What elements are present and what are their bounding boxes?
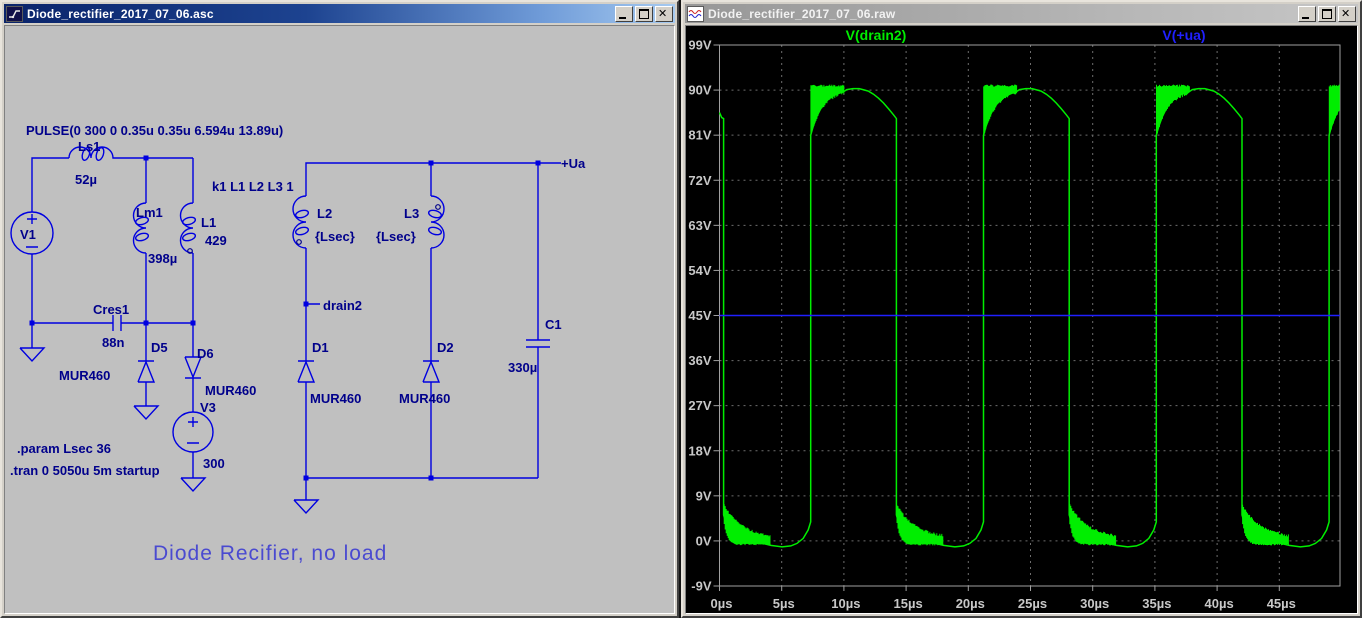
x-axis-tick-label: 45µs <box>1267 596 1296 611</box>
waveform-window-title: Diode_rectifier_2017_07_06.raw <box>708 7 895 21</box>
legend-vua: V(+ua) <box>1162 27 1205 43</box>
param-directive: .param Lsec 36 <box>17 441 111 456</box>
label-d2-ref: D2 <box>437 340 454 355</box>
label-ls1-ref: Ls1 <box>78 139 100 154</box>
minimize-button[interactable] <box>615 6 633 22</box>
x-axis-tick-label: 40µs <box>1205 596 1234 611</box>
x-axis-tick-label: 0µs <box>711 596 733 611</box>
waveform-titlebar[interactable]: Diode_rectifier_2017_07_06.raw ✕ <box>685 4 1358 23</box>
label-cres1-ref: Cres1 <box>93 302 129 317</box>
label-d6-ref: D6 <box>197 346 214 361</box>
label-v3-value: 300 <box>203 456 225 471</box>
minimize-icon <box>619 17 626 19</box>
x-axis-tick-label: 20µs <box>956 596 985 611</box>
x-axis-tick-label: 25µs <box>1018 596 1047 611</box>
waveform-plot: 99V 90V 81V 72V 63V 54V 45V 36V 27V 18V 9V 0V -9V 0µs… <box>686 26 1361 615</box>
y-axis-tick-label: 45V <box>688 308 711 323</box>
y-axis-tick-label: 0V <box>696 533 712 548</box>
label-c1-ref: C1 <box>545 317 562 332</box>
label-l3-value: {Lsec} <box>376 229 416 244</box>
minimize-icon <box>1302 17 1309 19</box>
y-axis-tick-label: 99V <box>688 38 711 53</box>
x-axis-tick-label: 10µs <box>831 596 860 611</box>
y-axis-tick-label: 72V <box>688 173 711 188</box>
y-axis-tick-label: 9V <box>696 488 712 503</box>
label-v3-ref: V3 <box>200 400 216 415</box>
ltspice-schematic-icon <box>6 6 23 22</box>
label-v1-ref: V1 <box>20 227 36 242</box>
label-d5-value: MUR460 <box>59 368 110 383</box>
label-l3-ref: L3 <box>404 206 419 221</box>
label-c1-value: 330µ <box>508 360 537 375</box>
maximize-icon <box>1322 9 1332 19</box>
coupling-directive: k1 L1 L2 L3 1 <box>212 179 294 194</box>
junction-dots <box>30 156 541 481</box>
ltspice-waveform-icon <box>687 6 704 22</box>
label-cres1-value: 88n <box>102 335 124 350</box>
label-d5-ref: D5 <box>151 340 168 355</box>
label-d2-value: MUR460 <box>399 391 450 406</box>
y-axis-tick-label: 36V <box>688 353 711 368</box>
schematic-titlebar[interactable]: Diode_rectifier_2017_07_06.asc ✕ <box>4 4 675 23</box>
y-axis-tick-label: 27V <box>688 398 711 413</box>
legend-vdrain2: V(drain2) <box>846 27 907 43</box>
minimize-button[interactable] <box>1298 6 1316 22</box>
maximize-icon <box>639 9 649 19</box>
label-l1-value: 429 <box>205 233 227 248</box>
label-l1-ref: L1 <box>201 215 216 230</box>
close-button[interactable]: ✕ <box>1338 6 1356 22</box>
y-axis-tick-label: 90V <box>688 83 711 98</box>
net-label-drain2: drain2 <box>323 298 362 313</box>
schematic-window: Diode_rectifier_2017_07_06.asc ✕ <box>0 0 679 618</box>
label-l2-value: {Lsec} <box>315 229 355 244</box>
schematic-canvas[interactable]: PULSE(0 300 0 0.35u 0.35u 6.594u 13.89u)… <box>4 25 675 614</box>
close-icon: ✕ <box>1341 7 1350 20</box>
x-axis-tick-label: 30µs <box>1080 596 1109 611</box>
tran-directive: .tran 0 5050u 5m startup <box>10 463 160 478</box>
y-axis-tick-label: 54V <box>688 263 711 278</box>
x-axis-tick-label: 5µs <box>773 596 795 611</box>
label-d1-ref: D1 <box>312 340 329 355</box>
label-lm1-ref: Lm1 <box>136 205 163 220</box>
y-axis-tick-label: 81V <box>688 128 711 143</box>
x-axis-tick-label: 15µs <box>894 596 923 611</box>
pulse-directive: PULSE(0 300 0 0.35u 0.35u 6.594u 13.89u) <box>26 123 283 138</box>
net-label-ua: +Ua <box>561 156 586 171</box>
label-l2-ref: L2 <box>317 206 332 221</box>
maximize-button[interactable] <box>635 6 653 22</box>
label-ls1-value: 52µ <box>75 172 97 187</box>
schematic-drawing: PULSE(0 300 0 0.35u 0.35u 6.594u 13.89u)… <box>5 26 676 616</box>
schematic-window-title: Diode_rectifier_2017_07_06.asc <box>27 7 214 21</box>
x-axis-tick-label: 35µs <box>1142 596 1171 611</box>
y-axis-tick-label: 18V <box>688 443 711 458</box>
schematic-labels: PULSE(0 300 0 0.35u 0.35u 6.594u 13.89u)… <box>10 123 586 565</box>
label-lm1-value: 398µ <box>148 251 177 266</box>
close-icon: ✕ <box>658 7 667 20</box>
waveform-plot-area[interactable]: 99V 90V 81V 72V 63V 54V 45V 36V 27V 18V 9V 0V -9V 0µs… <box>685 25 1358 614</box>
label-d6-value: MUR460 <box>205 383 256 398</box>
schematic-wires <box>11 147 561 513</box>
schematic-caption: Diode Recifier, no load <box>153 542 387 565</box>
trace-v-drain2 <box>720 89 1340 547</box>
y-axis-tick-label: 63V <box>688 218 711 233</box>
close-button[interactable]: ✕ <box>655 6 673 22</box>
label-d1-value: MUR460 <box>310 391 361 406</box>
y-axis-tick-label: -9V <box>691 579 712 594</box>
waveform-window: Diode_rectifier_2017_07_06.raw ✕ 99V 90V 8… <box>681 0 1362 618</box>
maximize-button[interactable] <box>1318 6 1336 22</box>
